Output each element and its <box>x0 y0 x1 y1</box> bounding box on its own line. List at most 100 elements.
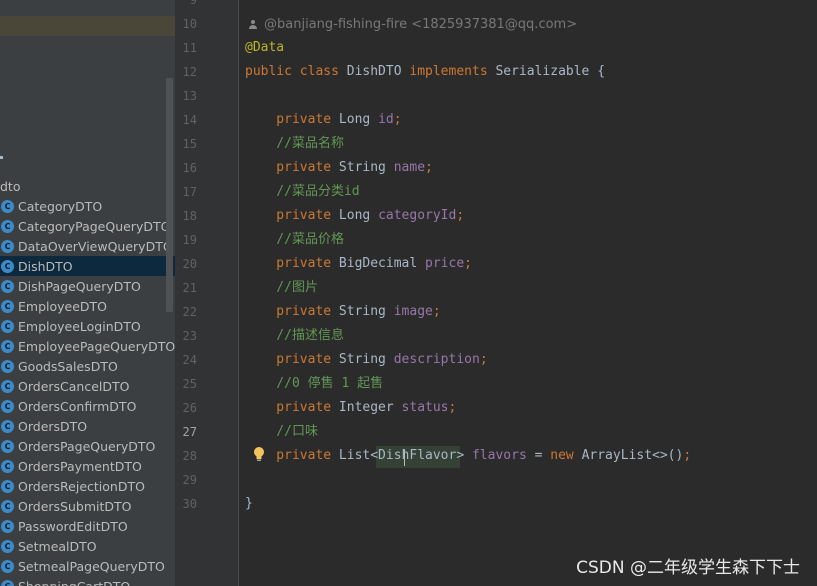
code-token: description <box>393 352 480 367</box>
line-number[interactable]: 18 <box>175 204 197 228</box>
code-token: categoryId <box>378 208 457 223</box>
code-token: private <box>245 400 339 415</box>
tree-item[interactable]: C OrdersSubmitDTO <box>0 496 175 516</box>
line-number[interactable]: 13 <box>175 84 197 108</box>
line-number[interactable]: 20 <box>175 252 197 276</box>
code-line[interactable]: private String name; <box>245 156 433 180</box>
code-line[interactable]: //描述信息 <box>245 324 344 348</box>
tree-item[interactable]: C OrdersPaymentDTO <box>0 456 175 476</box>
code-line[interactable]: private BigDecimal price; <box>245 252 472 276</box>
tree-item-label: DataOverViewQueryDTO <box>18 238 173 254</box>
code-token: ; <box>683 448 692 463</box>
code-line[interactable]: @Data <box>245 36 284 60</box>
class-icon: C <box>1 299 14 313</box>
code-token: = <box>534 448 551 463</box>
class-icon: C <box>1 559 14 573</box>
tree-item-label: OrdersPageQueryDTO <box>18 438 156 454</box>
code-line[interactable]: } <box>245 492 253 516</box>
tree-item[interactable]: C OrdersCancelDTO <box>0 376 175 396</box>
tree-item[interactable]: C DishDTO <box>0 256 175 276</box>
code-line[interactable]: public class DishDTO implements Serializ… <box>245 60 605 84</box>
code-token: String <box>338 160 394 175</box>
tree-expand-marker[interactable] <box>0 156 3 159</box>
code-editor[interactable]: @banjiang-fishing-fire <1825937381@qq.co… <box>239 0 817 586</box>
line-number[interactable]: 25 <box>175 372 197 396</box>
tree-item[interactable]: C PasswordEditDTO <box>0 516 175 536</box>
code-token: Long <box>338 208 379 223</box>
tree-item[interactable]: C CategoryDTO <box>0 196 175 216</box>
code-token: private <box>245 160 339 175</box>
line-number[interactable]: 30 <box>175 492 197 516</box>
tree-scrollbar-thumb[interactable] <box>166 78 173 312</box>
line-number[interactable]: 12 <box>175 60 197 84</box>
tree-item[interactable]: C SetmealDTO <box>0 536 175 556</box>
code-token: new <box>550 448 582 463</box>
code-line[interactable]: private List<DishFlavor> flavors = new A… <box>245 444 691 468</box>
code-line[interactable]: private Long id; <box>245 108 401 132</box>
line-number[interactable]: 19 <box>175 228 197 252</box>
code-token: } <box>245 496 253 511</box>
tree-item[interactable]: C GoodsSalesDTO <box>0 356 175 376</box>
tree-item-label: CategoryDTO <box>18 198 103 214</box>
folder-label: dto <box>0 178 21 194</box>
line-number[interactable]: 10 <box>175 12 197 36</box>
tree-item[interactable]: C OrdersDTO <box>0 416 175 436</box>
class-icon: C <box>1 379 14 393</box>
code-line[interactable]: private Integer status; <box>245 396 456 420</box>
tree-item[interactable]: C EmployeeLoginDTO <box>0 316 175 336</box>
tree-item[interactable]: C OrdersRejectionDTO <box>0 476 175 496</box>
code-line[interactable]: private String description; <box>245 348 487 372</box>
code-line[interactable]: //菜品分类id <box>245 180 359 204</box>
tree-item-label: OrdersDTO <box>18 418 88 434</box>
code-token: //菜品价格 <box>245 232 344 247</box>
line-number[interactable]: 28 <box>175 444 197 468</box>
author-inlay-hint[interactable]: @banjiang-fishing-fire <1825937381@qq.co… <box>247 14 577 36</box>
code-token: name <box>393 160 426 175</box>
line-number[interactable]: 14 <box>175 108 197 132</box>
class-icon: C <box>1 399 14 413</box>
line-number[interactable]: 21 <box>175 276 197 300</box>
line-number[interactable]: 24 <box>175 348 197 372</box>
code-token: ; <box>425 160 433 175</box>
code-token: private <box>245 256 339 271</box>
code-line[interactable]: //菜品名称 <box>245 132 344 156</box>
code-token: List<DishFlavor> <box>338 448 472 463</box>
code-token: String <box>338 304 394 319</box>
code-line[interactable]: private Long categoryId; <box>245 204 464 228</box>
line-number[interactable]: 17 <box>175 180 197 204</box>
code-line[interactable]: //图片 <box>245 276 318 300</box>
tree-item[interactable]: C EmployeePageQueryDTO <box>0 336 175 356</box>
line-number[interactable]: 16 <box>175 156 197 180</box>
tree-item[interactable]: C OrdersConfirmDTO <box>0 396 175 416</box>
tree-item[interactable]: C OrdersPageQueryDTO <box>0 436 175 456</box>
line-number[interactable]: 11 <box>175 36 197 60</box>
code-token: ; <box>456 208 465 223</box>
tree-item[interactable]: C CategoryPageQueryDTO <box>0 216 175 236</box>
class-icon: C <box>1 419 14 433</box>
line-number[interactable]: 29 <box>175 468 197 492</box>
tree-item[interactable]: C SetmealPageQueryDTO <box>0 556 175 576</box>
tree-row-highlight[interactable] <box>0 16 175 36</box>
line-number[interactable]: 26 <box>175 396 197 420</box>
line-number[interactable]: 22 <box>175 300 197 324</box>
line-number[interactable]: 9 <box>175 0 197 12</box>
code-token: ArrayList<>() <box>581 448 684 463</box>
tree-folder-dto[interactable]: dto <box>0 176 175 196</box>
code-line[interactable]: private String image; <box>245 300 440 324</box>
csdn-watermark: CSDN @二年级学生森下下士 <box>576 558 800 578</box>
tree-item[interactable]: C ShoppingCartDTO <box>0 576 175 586</box>
line-number[interactable]: 15 <box>175 132 197 156</box>
lightbulb-icon[interactable] <box>252 446 266 462</box>
code-token: status <box>401 400 449 415</box>
code-line[interactable]: //口味 <box>245 420 318 444</box>
code-token: //0 停售 1 起售 <box>245 376 384 391</box>
line-number[interactable]: 27 <box>175 420 197 444</box>
line-number[interactable]: 23 <box>175 324 197 348</box>
class-icon: C <box>1 319 14 333</box>
tree-item[interactable]: C DataOverViewQueryDTO <box>0 236 175 256</box>
tree-item[interactable]: C DishPageQueryDTO <box>0 276 175 296</box>
code-token: flavors <box>471 448 535 463</box>
code-line[interactable]: //菜品价格 <box>245 228 344 252</box>
tree-item[interactable]: C EmployeeDTO <box>0 296 175 316</box>
code-line[interactable]: //0 停售 1 起售 <box>245 372 383 396</box>
